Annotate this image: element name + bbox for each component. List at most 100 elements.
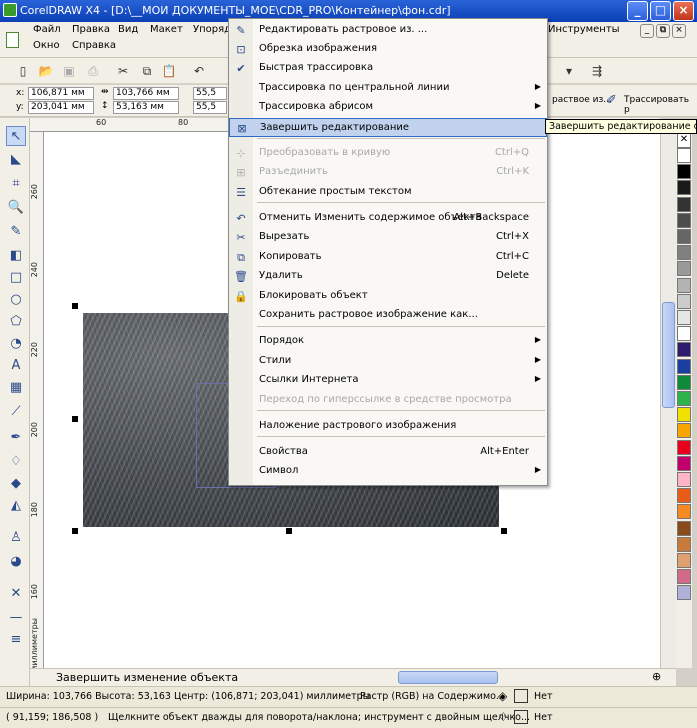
color-swatch[interactable] — [677, 520, 691, 536]
color-swatch[interactable] — [677, 488, 691, 504]
scale-x-field[interactable]: 55,5 — [193, 87, 227, 100]
context-menu-item[interactable]: 🔒 Блокировать объект — [229, 287, 547, 306]
smart-fill-icon[interactable]: ◧ — [6, 246, 26, 266]
menu-view[interactable]: Вид — [118, 24, 138, 35]
selection-handle[interactable] — [501, 528, 507, 534]
text-tool-icon[interactable]: A — [6, 356, 26, 376]
x-position-field[interactable]: 106,871 мм — [28, 87, 94, 100]
horizontal-scroll-thumb[interactable] — [398, 671, 498, 684]
context-menu-item[interactable]: ✎ Редактировать растровое из. ... — [229, 21, 547, 40]
color-swatch[interactable] — [677, 310, 691, 325]
zoom-navigator-icon[interactable]: ⊕ — [652, 670, 661, 683]
ellipse-tool-icon[interactable]: ○ — [6, 290, 26, 310]
menu-help[interactable]: Справка — [72, 40, 116, 51]
maximize-window-button[interactable]: □ — [650, 1, 671, 21]
print-icon[interactable]: ⎙ — [84, 62, 102, 80]
eyedropper-tool-icon[interactable]: ✒ — [6, 428, 26, 448]
cut-toolbar-icon[interactable]: ✂ — [114, 62, 132, 80]
outline-tool-icon[interactable]: ♢ — [6, 452, 26, 472]
shape-tool-icon[interactable]: ◣ — [6, 150, 26, 170]
no-outline-icon[interactable]: ✕ — [6, 584, 26, 604]
context-menu-item[interactable]: Трассировка абрисом ▶ — [229, 98, 547, 117]
color-swatch[interactable] — [677, 407, 691, 423]
open-folder-icon[interactable]: 📂 — [37, 62, 55, 80]
color-swatch[interactable] — [677, 148, 691, 163]
menu-arrange[interactable]: Упоряд — [193, 24, 231, 35]
dimension-tool-icon[interactable]: ⟋ — [6, 402, 26, 422]
basic-shapes-icon[interactable]: ◔ — [6, 334, 26, 354]
vertical-scroll-thumb[interactable] — [662, 302, 675, 408]
context-menu-item[interactable]: ✂ Вырезать Ctrl+X — [229, 228, 547, 247]
context-menu-item[interactable]: 🗑 Удалить Delete — [229, 267, 547, 286]
context-menu-item[interactable]: Символ ▶ — [229, 462, 547, 481]
table-tool-icon[interactable]: ▦ — [6, 378, 26, 398]
pick-tool-icon[interactable]: ↖ — [6, 126, 26, 146]
hairline-icon[interactable]: — — [6, 608, 26, 628]
zoom-tool-icon[interactable]: 🔍 — [6, 198, 26, 218]
context-menu-item[interactable]: ⊡ Обрезка изображения — [229, 40, 547, 59]
polygon-tool-icon[interactable]: ⬠ — [6, 312, 26, 332]
width-field[interactable]: 103,766 мм — [113, 87, 179, 100]
doc-close-button[interactable]: × — [672, 24, 686, 38]
rectangle-tool-icon[interactable]: □ — [6, 268, 26, 288]
color-swatch[interactable] — [677, 164, 691, 180]
save-icon[interactable]: ▣ — [60, 62, 78, 80]
copy-toolbar-icon[interactable]: ⧉ — [138, 62, 156, 80]
selection-handle[interactable] — [72, 416, 78, 422]
interactive-fill-icon[interactable]: ◭ — [6, 496, 26, 516]
trace-bitmap-button[interactable]: Трассировать р — [624, 95, 697, 115]
color-swatch[interactable] — [677, 358, 691, 374]
color-swatch[interactable] — [677, 374, 691, 390]
color-swatch[interactable] — [677, 180, 691, 196]
color-swatch[interactable] — [677, 293, 691, 309]
color-swatch[interactable] — [677, 472, 691, 487]
crop-tool-icon[interactable]: ⌗ — [6, 174, 26, 194]
context-menu-item[interactable]: Порядок ▶ — [229, 332, 547, 351]
color-swatch[interactable] — [677, 277, 691, 293]
selection-handle[interactable] — [72, 303, 78, 309]
color-swatch[interactable] — [677, 196, 691, 212]
selection-handle[interactable] — [286, 528, 292, 534]
close-window-button[interactable]: × — [673, 1, 694, 21]
doc-restore-button[interactable]: ⧉ — [656, 24, 670, 38]
selection-handle[interactable] — [72, 528, 78, 534]
height-field[interactable]: 53,163 мм — [113, 101, 179, 114]
color-swatch[interactable] — [677, 245, 691, 261]
context-menu-item[interactable]: Сохранить растровое изображение как... — [229, 306, 547, 325]
context-menu-item[interactable]: ⊞ Разъединить Ctrl+K — [229, 163, 547, 182]
color-swatch[interactable] — [677, 326, 691, 342]
context-menu-item[interactable]: Стили ▶ — [229, 352, 547, 371]
trace-toolbar-icon[interactable]: ⇶ — [588, 62, 606, 80]
fill-tool-icon[interactable]: ◆ — [6, 474, 26, 494]
scale-y-field[interactable]: 55,5 — [193, 101, 227, 114]
context-menu-item[interactable]: Свойства Alt+Enter — [229, 443, 547, 462]
trace-bitmap-icon[interactable]: ✐ — [606, 93, 617, 108]
color-swatch[interactable] — [677, 585, 691, 601]
context-menu-item[interactable]: ☰ Обтекание простым текстом — [229, 183, 547, 202]
context-menu-item[interactable]: ⊠ Завершить редактирование — [229, 118, 547, 137]
color-swatch[interactable] — [677, 423, 691, 439]
dropdown-arrow-icon[interactable]: ▾ — [560, 62, 578, 80]
color-swatch[interactable] — [677, 391, 691, 406]
new-document-icon[interactable]: ▯ — [14, 62, 32, 80]
color-swatch[interactable] — [677, 553, 691, 568]
context-menu-item[interactable]: Трассировка по центральной линии ▶ — [229, 79, 547, 98]
context-menu-item[interactable]: ↶ Отменить Изменить содержимое объекта Alt… — [229, 209, 547, 228]
color-swatch[interactable] — [677, 455, 691, 471]
color-swatch[interactable] — [677, 212, 691, 228]
color-swatch[interactable] — [677, 229, 691, 244]
context-menu-item[interactable]: Ссылки Интернета ▶ — [229, 371, 547, 390]
color-swatch[interactable] — [677, 536, 691, 552]
context-menu-item[interactable]: Наложение растрового изображения — [229, 417, 547, 436]
freehand-tool-icon[interactable]: ✎ — [6, 222, 26, 242]
context-menu-item[interactable]: Переход по гиперссылке в средстве просмо… — [229, 391, 547, 410]
y-position-field[interactable]: 203,041 мм — [28, 101, 94, 114]
context-menu-item[interactable]: ⊹ Преобразовать в кривую Ctrl+Q — [229, 144, 547, 163]
color-wheel-icon[interactable]: ◕ — [6, 552, 26, 572]
context-menu-item[interactable]: ⧉ Копировать Ctrl+C — [229, 248, 547, 267]
menu-file[interactable]: Файл — [33, 24, 61, 35]
menu-window[interactable]: Окно — [33, 40, 60, 51]
menu-tools[interactable]: Инструменты — [548, 24, 620, 35]
undo-toolbar-icon[interactable]: ↶ — [190, 62, 208, 80]
edit-bitmap-label[interactable]: раствое из... — [552, 95, 612, 105]
